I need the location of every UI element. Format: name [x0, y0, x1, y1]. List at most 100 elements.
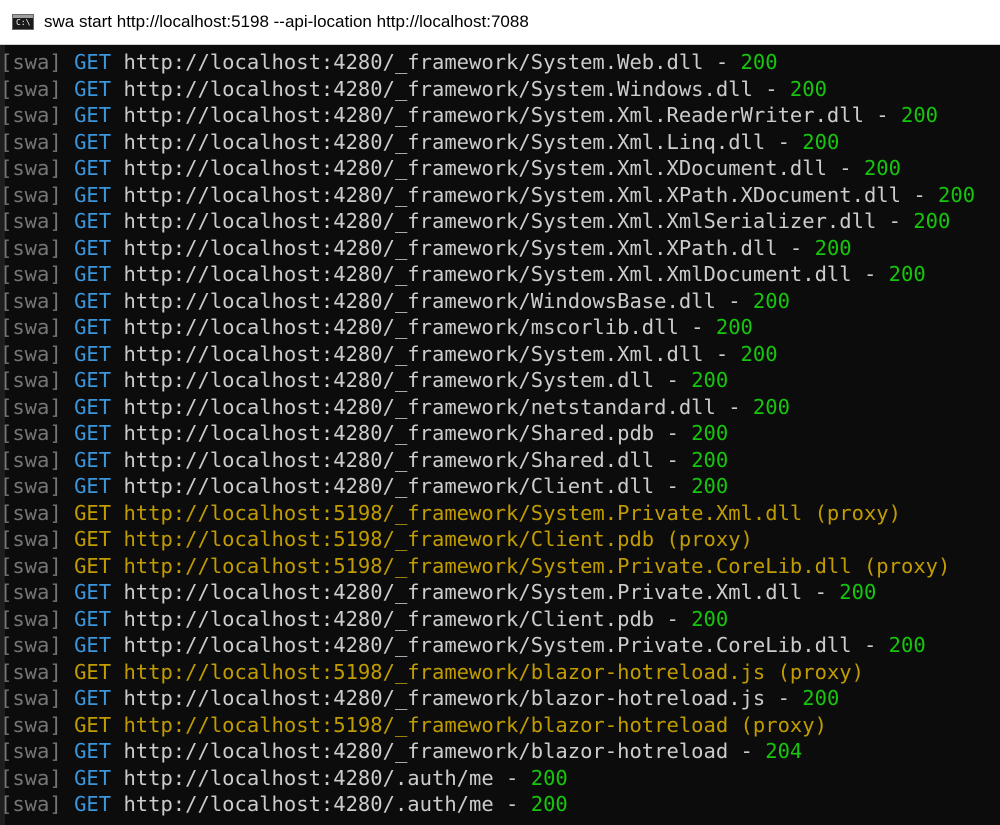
- window-title-bar[interactable]: C:\ swa start http://localhost:5198 --ap…: [0, 0, 1000, 45]
- log-status-code: 200: [888, 633, 926, 657]
- log-line: [swa] GET http://localhost:4280/_framewo…: [0, 314, 1000, 341]
- log-status-code: 200: [913, 209, 951, 233]
- log-line: [swa] GET http://localhost:4280/_framewo…: [0, 288, 1000, 315]
- log-status-code: 200: [691, 368, 729, 392]
- log-separator: -: [493, 765, 531, 790]
- log-line: [swa] GET http://localhost:4280/.auth/me…: [0, 765, 1000, 792]
- log-url: http://localhost:4280/_framework/System.…: [123, 103, 864, 127]
- log-status-code: 200: [691, 447, 729, 472]
- log-line: [swa] GET http://localhost:4280/_framewo…: [0, 738, 1000, 765]
- log-line: [swa] GET http://localhost:4280/_framewo…: [0, 102, 1000, 129]
- log-method: GET: [74, 103, 112, 127]
- log-separator: -: [752, 76, 790, 101]
- log-separator: -: [826, 156, 864, 180]
- log-separator: -: [654, 447, 692, 472]
- log-url: http://localhost:4280/_framework/System.…: [123, 633, 852, 657]
- log-line: [swa] GET http://localhost:4280/_framewo…: [0, 579, 1000, 606]
- log-tag: [swa]: [0, 235, 62, 260]
- log-status-code: 200: [789, 76, 827, 101]
- log-method: GET: [74, 500, 112, 525]
- log-separator: [802, 501, 814, 525]
- log-status-code: 200: [752, 288, 790, 313]
- log-separator: -: [802, 580, 840, 604]
- log-url: http://localhost:4280/_framework/Windows…: [123, 288, 716, 313]
- log-separator: [654, 527, 666, 551]
- log-separator: -: [715, 288, 753, 313]
- log-method: GET: [74, 474, 112, 498]
- log-separator: -: [654, 368, 692, 392]
- log-url: http://localhost:4280/_framework/System.…: [123, 76, 753, 101]
- log-proxy-label: (proxy): [740, 712, 827, 737]
- log-method: GET: [74, 182, 112, 207]
- log-status-code: 200: [938, 182, 976, 207]
- log-separator: -: [851, 633, 889, 657]
- log-tag: [swa]: [0, 580, 62, 604]
- log-separator: -: [901, 182, 939, 207]
- log-url: http://localhost:5198/_framework/System.…: [123, 553, 852, 578]
- log-url: http://localhost:4280/_framework/blazor-…: [123, 686, 766, 710]
- log-proxy-label: (proxy): [777, 659, 864, 684]
- log-status-code: 200: [740, 341, 778, 366]
- log-separator: -: [493, 792, 531, 816]
- log-tag: [swa]: [0, 103, 62, 127]
- log-tag: [swa]: [0, 209, 62, 233]
- log-tag: [swa]: [0, 474, 62, 498]
- log-separator: -: [777, 235, 815, 260]
- log-url: http://localhost:4280/_framework/System.…: [123, 580, 803, 604]
- log-status-code: 200: [740, 50, 778, 74]
- log-url: http://localhost:4280/_framework/System.…: [123, 209, 877, 233]
- log-status-code: 200: [863, 156, 901, 180]
- log-status-code: 200: [691, 606, 729, 631]
- log-url: http://localhost:4280/_framework/Shared.…: [123, 447, 655, 472]
- console-output[interactable]: [swa] GET http://localhost:4280/_framewo…: [0, 45, 1000, 825]
- log-separator: -: [715, 394, 753, 419]
- log-status-code: 200: [752, 394, 790, 419]
- log-line: [swa] GET http://localhost:4280/_framewo…: [0, 447, 1000, 474]
- log-line: [swa] GET http://localhost:4280/_framewo…: [0, 129, 1000, 156]
- log-url: http://localhost:5198/_framework/blazor-…: [123, 659, 766, 684]
- log-tag: [swa]: [0, 447, 62, 472]
- log-status-code: 200: [691, 474, 729, 498]
- log-line: [swa] GET http://localhost:5198/_framewo…: [0, 712, 1000, 739]
- log-tag: [swa]: [0, 315, 62, 339]
- log-tag: [swa]: [0, 792, 62, 816]
- log-separator: [852, 554, 864, 578]
- log-tag: [swa]: [0, 765, 62, 790]
- log-tag: [swa]: [0, 659, 62, 684]
- log-tag: [swa]: [0, 368, 62, 392]
- log-url: http://localhost:5198/_framework/blazor-…: [123, 712, 729, 737]
- log-line: [swa] GET http://localhost:4280/.auth/me…: [0, 791, 1000, 818]
- log-tag: [swa]: [0, 686, 62, 710]
- log-tag: [swa]: [0, 156, 62, 180]
- log-status-code: 200: [691, 421, 729, 445]
- log-method: GET: [74, 368, 112, 392]
- log-separator: -: [765, 686, 803, 710]
- log-url: http://localhost:4280/_framework/Client.…: [123, 606, 655, 631]
- log-url: http://localhost:4280/_framework/System.…: [123, 129, 766, 154]
- log-line: [swa] GET http://localhost:4280/_framewo…: [0, 420, 1000, 447]
- log-separator: -: [851, 262, 889, 286]
- log-method: GET: [74, 659, 112, 684]
- log-tag: [swa]: [0, 50, 62, 74]
- log-separator: -: [654, 421, 692, 445]
- log-tag: [swa]: [0, 341, 62, 366]
- log-status-code: 204: [765, 739, 803, 763]
- log-method: GET: [74, 235, 112, 260]
- log-status-code: 200: [814, 235, 852, 260]
- log-url: http://localhost:4280/_framework/Client.…: [123, 474, 655, 498]
- log-method: GET: [74, 421, 112, 445]
- log-status-code: 200: [888, 262, 926, 286]
- log-method: GET: [74, 156, 112, 180]
- log-url: http://localhost:4280/_framework/netstan…: [123, 394, 716, 419]
- log-separator: -: [654, 474, 692, 498]
- log-separator: -: [876, 209, 914, 233]
- log-url: http://localhost:4280/_framework/Shared.…: [123, 421, 655, 445]
- log-line: [swa] GET http://localhost:4280/_framewo…: [0, 261, 1000, 288]
- log-method: GET: [74, 447, 112, 472]
- log-line: [swa] GET http://localhost:4280/_framewo…: [0, 49, 1000, 76]
- window-title: swa start http://localhost:5198 --api-lo…: [44, 12, 529, 31]
- log-method: GET: [74, 633, 112, 657]
- log-method: GET: [74, 580, 112, 604]
- log-tag: [swa]: [0, 76, 62, 101]
- log-tag: [swa]: [0, 421, 62, 445]
